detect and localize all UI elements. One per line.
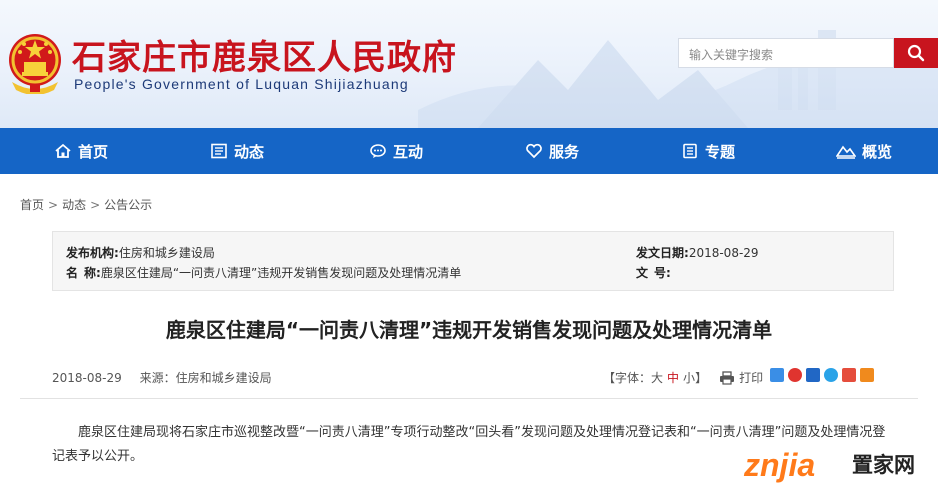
chat-icon [370,144,386,158]
font-size-large[interactable]: 大 [651,369,663,386]
svg-text:znjia: znjia [743,447,815,483]
site-subtitle: People's Government of Luquan Shijiazhua… [74,76,409,92]
number-label: 文 号: [636,266,671,280]
publisher-label: 发布机构: [66,246,119,260]
share-renren-icon[interactable] [806,368,820,382]
share-more-icon[interactable] [860,368,874,382]
name-label: 名 称: [66,266,101,280]
print-button[interactable]: 打印 [719,369,763,386]
share-bar [770,368,874,382]
publisher-value: 住房和城乡建设局 [118,246,215,260]
font-size-medium[interactable]: 中 [667,369,679,386]
search-input[interactable]: 输入关键字搜索 [678,38,894,68]
print-label: 打印 [739,371,764,385]
breadcrumb-announcements[interactable]: 公告公示 [104,196,152,213]
nav-item-home[interactable]: 首页 [54,128,108,174]
nav-label-service: 服务 [549,142,580,161]
article-source: 来源：住房和城乡建设局 [139,371,272,385]
divider [20,398,918,399]
nav-item-news[interactable]: 动态 [210,128,264,174]
nav-item-interact[interactable]: 互动 [369,128,423,174]
document-info-box: 发布机构:住房和城乡建设局 发文日期:2018-08-29 名 称:鹿泉区住建局… [52,231,894,291]
share-tencent-icon[interactable] [824,368,838,382]
font-size-label: 【字体： [603,371,652,385]
date-value: 2018-08-29 [688,246,759,260]
search-button[interactable] [894,38,938,68]
name-row: 名 称:鹿泉区住建局“一问责八清理”违规开发销售发现问题及处理情况清单 [66,264,461,281]
nav-label-topic: 专题 [705,142,736,161]
article-date: 2018-08-29 [52,371,122,385]
breadcrumb-news[interactable]: 动态 [62,196,86,213]
home-icon [55,143,71,158]
date-label: 发文日期: [636,246,689,260]
breadcrumb-home[interactable]: 首页 [20,196,44,213]
heart-icon [526,143,542,159]
search-icon [907,44,925,62]
nav-label-interact: 互动 [393,142,424,161]
number-row: 文 号: [636,264,671,281]
news-icon [211,143,227,159]
nav-label-overview: 概览 [862,142,893,161]
share-douban-icon[interactable] [842,368,856,382]
nav-label-home: 首页 [78,142,109,161]
watermark-logo: znjia 置家网 [742,444,915,484]
national-emblem-icon [9,34,61,94]
nav-item-service[interactable]: 服务 [525,128,579,174]
nav-label-news: 动态 [234,142,265,161]
name-value: 鹿泉区住建局“一问责八清理”违规开发销售发现问题及处理情况清单 [100,266,462,280]
znjia-logo-icon: znjia [743,447,815,483]
site-header: 石家庄市鹿泉区人民政府 People's Government of Luqua… [0,0,938,128]
publisher-row: 发布机构:住房和城乡建设局 [66,244,215,261]
nav-item-overview[interactable]: 概览 [836,128,892,174]
article-title: 鹿泉区住建局“一问责八清理”违规开发销售发现问题及处理情况清单 [165,318,773,342]
breadcrumb-separator: > [90,198,101,212]
article-tools: 【字体： 大 中 小 】 打印 [603,369,763,386]
breadcrumb-separator: > [48,198,59,212]
mountain-icon [836,145,856,159]
font-size-small[interactable]: 小 [683,369,695,386]
topic-icon [683,143,697,159]
font-size-label-end: 】 [695,371,708,385]
nav-item-topic[interactable]: 专题 [681,128,735,174]
site-title[interactable]: 石家庄市鹿泉区人民政府 [72,30,457,79]
date-row: 发文日期:2018-08-29 [636,244,759,261]
watermark-text: 置家网 [852,453,915,477]
share-weibo-icon[interactable] [788,368,802,382]
print-icon [720,370,735,385]
article-meta: 2018-08-29 来源：住房和城乡建设局 [52,369,286,386]
share-qzone-icon[interactable] [770,368,784,382]
main-nav: 首页 动态 互动 服务 专题 概览 [0,128,938,174]
breadcrumb: 首页 > 动态 > 公告公示 [20,196,152,213]
